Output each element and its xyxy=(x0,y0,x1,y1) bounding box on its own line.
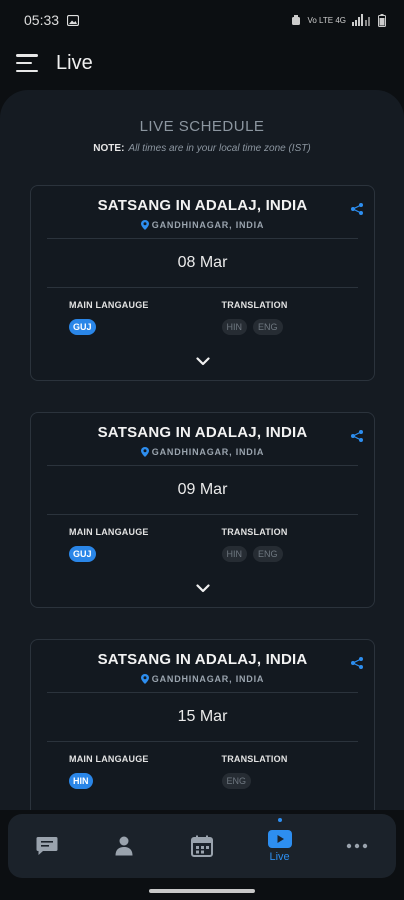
network-type-label: Vo LTE 4G xyxy=(307,15,346,25)
language-row: MAIN LANGAUGE GUJ TRANSLATION HIN ENG xyxy=(31,300,374,335)
share-icon[interactable] xyxy=(350,656,364,670)
event-location: GANDHINAGAR, INDIA xyxy=(31,447,374,457)
translation-section: TRANSLATION ENG xyxy=(221,754,375,789)
chevron-down-icon[interactable] xyxy=(195,584,210,593)
translation-chip[interactable]: HIN xyxy=(221,546,247,562)
location-pin-icon xyxy=(140,447,149,457)
nav-item-calendar[interactable] xyxy=(172,816,232,876)
location-pin-icon xyxy=(140,220,149,230)
event-date: 15 Mar xyxy=(177,708,228,725)
translation-chip[interactable]: ENG xyxy=(253,546,283,562)
expand-button[interactable] xyxy=(31,357,374,366)
translation-chip[interactable]: ENG xyxy=(253,319,283,335)
event-card[interactable]: SATSANG IN ADALAJ, INDIA GANDHINAGAR, IN… xyxy=(30,185,375,381)
nav-item-profile[interactable] xyxy=(94,816,154,876)
person-icon[interactable] xyxy=(115,836,133,856)
app-bar: Live xyxy=(0,40,404,86)
event-location-text: GANDHINAGAR, INDIA xyxy=(151,674,265,684)
main-language-chip[interactable]: GUJ xyxy=(69,319,96,335)
main-language-label: MAIN LANGAUGE xyxy=(69,754,149,764)
event-location: GANDHINAGAR, INDIA xyxy=(31,220,374,230)
translation-section: TRANSLATION HIN ENG xyxy=(221,527,375,562)
main-language-chip[interactable]: HIN xyxy=(69,773,93,789)
timezone-note: NOTE: All times are in your local time zo… xyxy=(0,143,404,154)
nav-item-more[interactable] xyxy=(327,816,387,876)
translation-chip[interactable]: HIN xyxy=(221,319,247,335)
divider xyxy=(47,287,358,288)
location-pin-icon xyxy=(140,674,149,684)
live-play-icon[interactable] xyxy=(267,829,292,848)
battery-icon xyxy=(378,13,386,27)
schedule-heading: LIVE SCHEDULE xyxy=(139,118,265,135)
main-language-section: MAIN LANGAUGE GUJ xyxy=(69,527,222,562)
chat-icon[interactable] xyxy=(36,836,58,856)
note-text: All times are in your local time zone (I… xyxy=(128,143,311,154)
nav-item-live[interactable]: Live xyxy=(250,816,310,876)
chevron-down-icon[interactable] xyxy=(195,357,210,366)
translation-label: TRANSLATION xyxy=(221,527,288,537)
translation-chip[interactable]: ENG xyxy=(221,773,252,789)
note-label: NOTE: xyxy=(93,143,125,154)
divider xyxy=(47,514,358,515)
menu-icon[interactable] xyxy=(16,54,40,72)
event-title: SATSANG IN ADALAJ, INDIA xyxy=(97,651,308,668)
main-language-section: MAIN LANGAUGE GUJ xyxy=(69,300,222,335)
divider xyxy=(47,741,358,742)
translation-section: TRANSLATION HIN ENG xyxy=(221,300,375,335)
live-schedule-panel[interactable]: LIVE SCHEDULE NOTE: All times are in your… xyxy=(0,90,404,810)
status-bar: 05:33 Vo LTE 4G xyxy=(0,0,404,40)
share-icon[interactable] xyxy=(350,202,364,216)
event-title: SATSANG IN ADALAJ, INDIA xyxy=(97,424,308,441)
event-location-text: GANDHINAGAR, INDIA xyxy=(151,220,265,230)
event-date: 08 Mar xyxy=(177,254,228,271)
language-row: MAIN LANGAUGE HIN TRANSLATION ENG xyxy=(31,754,374,789)
status-time: 05:33 xyxy=(24,12,60,28)
calendar-icon[interactable] xyxy=(190,835,213,857)
nav-item-chat[interactable] xyxy=(17,816,77,876)
main-language-label: MAIN LANGAUGE xyxy=(69,527,149,537)
translation-label: TRANSLATION xyxy=(221,754,288,764)
home-indicator[interactable] xyxy=(149,889,255,893)
event-title: SATSANG IN ADALAJ, INDIA xyxy=(97,197,308,214)
alarm-icon xyxy=(292,15,301,25)
active-indicator xyxy=(277,818,282,822)
main-language-section: MAIN LANGAUGE HIN xyxy=(69,754,222,789)
event-card[interactable]: SATSANG IN ADALAJ, INDIA GANDHINAGAR, IN… xyxy=(30,639,375,810)
main-language-label: MAIN LANGAUGE xyxy=(69,300,149,310)
page-title: Live xyxy=(56,51,93,74)
event-date: 09 Mar xyxy=(177,481,228,498)
event-card[interactable]: SATSANG IN ADALAJ, INDIA GANDHINAGAR, IN… xyxy=(30,412,375,608)
expand-button[interactable] xyxy=(31,584,374,593)
signal-icon xyxy=(352,14,370,26)
language-row: MAIN LANGAUGE GUJ TRANSLATION HIN ENG xyxy=(31,527,374,562)
main-language-chip[interactable]: GUJ xyxy=(69,546,96,562)
nav-label-live: Live xyxy=(269,850,290,863)
more-icon[interactable] xyxy=(346,843,368,849)
event-location-text: GANDHINAGAR, INDIA xyxy=(151,447,265,457)
translation-label: TRANSLATION xyxy=(221,300,288,310)
event-location: GANDHINAGAR, INDIA xyxy=(31,674,374,684)
bottom-navigation: Live xyxy=(8,814,396,878)
gallery-notification-icon xyxy=(67,14,80,26)
share-icon[interactable] xyxy=(350,429,364,443)
